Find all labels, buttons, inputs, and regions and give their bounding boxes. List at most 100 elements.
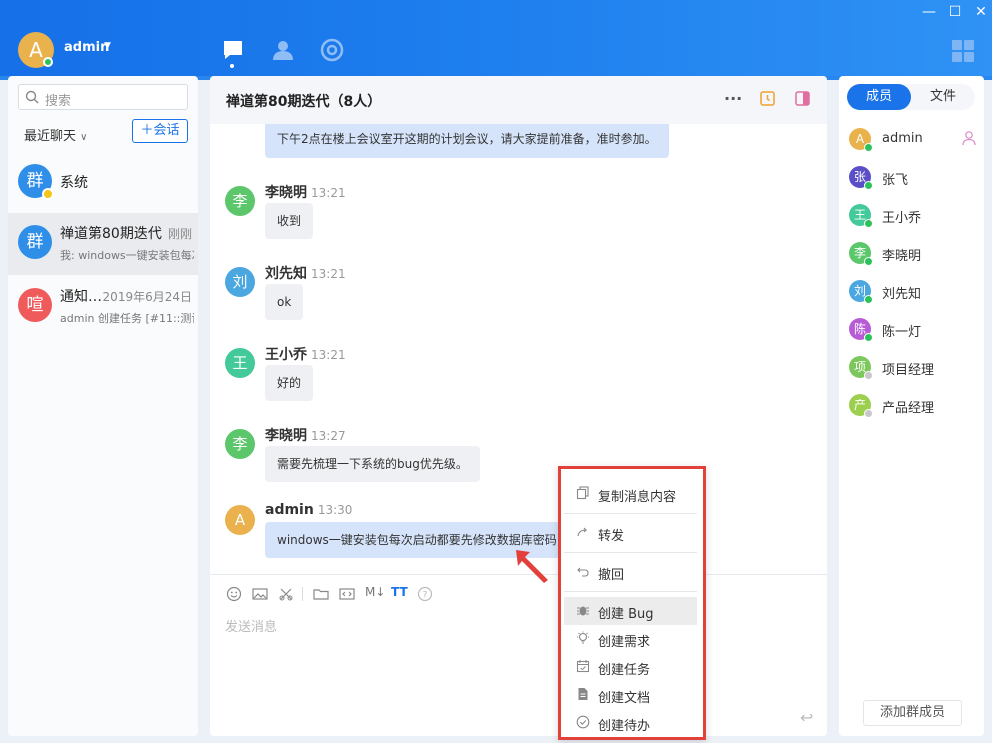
recent-chats-dropdown[interactable]: 最近聊天 ∨ [24, 125, 87, 144]
message-time: 13:21 [311, 267, 346, 281]
message-time: 13:21 [311, 348, 346, 362]
maximize-button[interactable]: ☐ [946, 4, 964, 20]
online-status-dot [864, 295, 873, 304]
chat-item-iteration[interactable]: 群 禅道第80期迭代 刚刚 我: windows一键安装包每次启动都要先修改数据… [8, 213, 198, 275]
menu-item-recall[interactable]: 撤回 [564, 558, 697, 586]
sender-name: 李晓明 [265, 428, 307, 444]
member-name: 李晓明 [882, 249, 922, 264]
chat-nav-icon[interactable] [221, 38, 245, 62]
member-item[interactable]: 陈 陈一灯 [849, 318, 979, 344]
emoji-icon[interactable] [226, 586, 244, 604]
user-name[interactable]: admin [64, 40, 109, 55]
message-sender: admin 13:30 [265, 502, 352, 518]
message-avatar: 刘 [225, 267, 255, 297]
tab-members[interactable]: 成员 [847, 84, 911, 110]
member-tabs: 成员 文件 [847, 84, 975, 110]
apps-grid-icon[interactable] [952, 40, 974, 62]
new-chat-button[interactable]: ＋会话 [132, 119, 188, 143]
user-avatar-initial: A [29, 38, 43, 62]
menu-item-create-task[interactable]: 创建任务 [564, 653, 697, 681]
code-icon[interactable] [339, 586, 357, 604]
markdown-icon[interactable]: M↓ [365, 585, 385, 603]
screenshot-icon[interactable] [278, 586, 296, 604]
chat-preview: 我: windows一键安装包每次启动都要先修改数据库密码 [60, 249, 194, 262]
bug-icon [577, 606, 589, 616]
check-circle-icon [576, 715, 590, 729]
lightbulb-icon [577, 631, 589, 644]
chat-avatar: 喧 [18, 288, 52, 322]
font-size-icon[interactable]: TT [391, 585, 409, 603]
chat-panel: 禅道第80期迭代（8人） ··· 下午2点在楼上会议室开这期的计划会议，请大家提… [210, 76, 827, 736]
chat-item-notification[interactable]: 喧 通知… 2019年6月24日 admin 创建任务 [#11::测试任务] [8, 276, 198, 338]
contacts-nav-icon[interactable] [271, 38, 295, 62]
member-name: 项目经理 [882, 363, 935, 378]
pin-icon[interactable] [760, 91, 775, 110]
message-sender: 王小乔 13:21 [265, 344, 346, 364]
message-bubble[interactable]: 下午2点在楼上会议室开这期的计划会议，请大家提前准备，准时参加。 [265, 124, 669, 158]
member-item[interactable]: 项 项目经理 [849, 356, 979, 382]
member-name: 产品经理 [882, 401, 935, 416]
message-avatar: 王 [225, 348, 255, 378]
member-item[interactable]: A admin [849, 128, 979, 154]
title-bar [0, 0, 992, 76]
menu-separator [564, 591, 697, 592]
message-bubble[interactable]: 需要先梳理一下系统的bug优先级。 [265, 446, 480, 482]
close-button[interactable]: ✕ [972, 4, 990, 20]
menu-item-copy[interactable]: 复制消息内容 [564, 480, 697, 508]
toolbar-separator [302, 587, 303, 601]
message-time: 13:30 [317, 503, 353, 517]
image-icon[interactable] [252, 586, 270, 604]
message-list: 下午2点在楼上会议室开这期的计划会议，请大家提前准备，准时参加。 李 李晓明 13… [210, 124, 827, 574]
menu-item-label: 转发 [598, 529, 625, 544]
message-sender: 刘先知 13:21 [265, 263, 346, 283]
chat-time: 2019年6月24日 [102, 290, 192, 304]
sender-name: admin [265, 502, 314, 518]
message-time: 13:21 [311, 186, 346, 200]
member-item[interactable]: 刘 刘先知 [849, 280, 979, 306]
help-icon[interactable]: ? [417, 586, 435, 604]
member-name: 王小乔 [882, 211, 922, 226]
message-bubble[interactable]: ok [265, 284, 304, 320]
chat-list-panel: 搜索 最近聊天 ∨ ＋会话 群 系统 群 禅道第80期迭代 刚刚 我: wind… [8, 76, 198, 736]
calendar-icon [576, 660, 590, 673]
chevron-down-icon: ∨ [80, 132, 88, 143]
chat-preview: admin 创建任务 [#11::测试任务] [60, 312, 194, 325]
menu-separator [564, 513, 697, 514]
member-item[interactable]: 李 李晓明 [849, 242, 979, 268]
menu-item-label: 创建 Bug [598, 607, 654, 622]
menu-item-create-doc[interactable]: 创建文档 [564, 681, 697, 709]
tab-files[interactable]: 文件 [911, 84, 975, 110]
menu-item-create-todo[interactable]: 创建待办 [564, 709, 697, 737]
message-bubble[interactable]: 收到 [265, 203, 314, 239]
more-icon[interactable]: ··· [724, 89, 742, 108]
message-input[interactable]: 发送消息 [225, 616, 277, 635]
menu-item-label: 创建文档 [598, 691, 651, 706]
online-status-dot [864, 333, 873, 342]
message-bubble[interactable]: 好的 [265, 365, 314, 401]
member-item[interactable]: 产 产品经理 [849, 394, 979, 420]
add-member-button[interactable]: 添加群成员 [863, 700, 962, 726]
folder-icon[interactable] [313, 586, 331, 604]
menu-item-create-story[interactable]: 创建需求 [564, 625, 697, 653]
star-badge-icon [42, 188, 54, 200]
message-avatar: A [225, 505, 255, 535]
menu-item-create-bug[interactable]: 创建 Bug [564, 597, 697, 625]
chat-item-system[interactable]: 群 系统 [8, 152, 198, 214]
search-input[interactable]: 搜索 [18, 84, 188, 110]
member-item[interactable]: 王 王小乔 [849, 204, 979, 230]
message-sender: 李晓明 13:21 [265, 182, 346, 202]
sidebar-toggle-icon[interactable] [795, 91, 810, 110]
active-nav-indicator [230, 64, 234, 68]
discover-nav-icon[interactable] [320, 38, 344, 62]
message-sender: 李晓明 13:27 [265, 425, 346, 445]
member-name: admin [882, 131, 923, 146]
menu-item-label: 复制消息内容 [598, 490, 677, 505]
offline-status-dot [864, 409, 873, 418]
sender-name: 李晓明 [265, 185, 307, 201]
chevron-down-icon[interactable]: ▼ [104, 41, 111, 51]
member-item[interactable]: 张 张飞 [849, 166, 979, 192]
send-icon[interactable]: ↩ [800, 708, 813, 727]
minimize-button[interactable]: — [920, 4, 938, 20]
menu-item-forward[interactable]: 转发 [564, 519, 697, 547]
message-time: 13:27 [311, 429, 346, 443]
